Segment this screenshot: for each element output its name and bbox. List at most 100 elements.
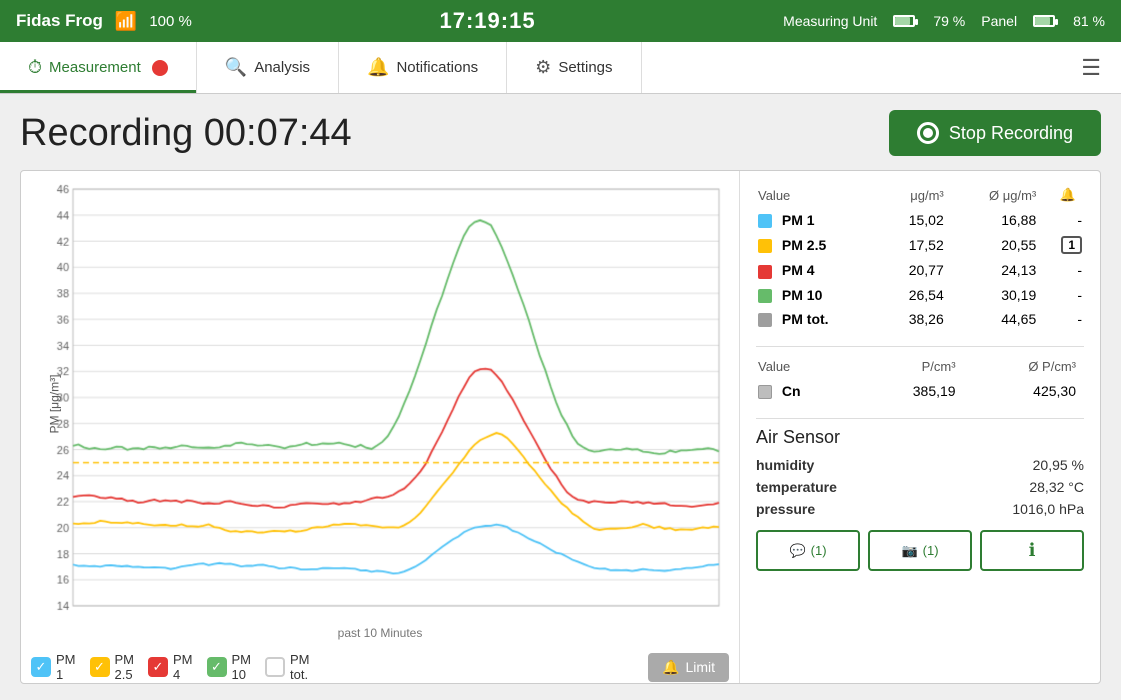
pm-col-alert: 🔔 <box>1044 185 1082 207</box>
y-axis-label: PM [μg/m³] <box>47 374 61 433</box>
nav-measurement[interactable]: ⏱ Measurement <box>0 42 197 93</box>
measurement-indicator <box>152 60 168 76</box>
air-sensor-row: humidity 20,95 % <box>756 454 1084 476</box>
notifications-icon: 🔔 <box>367 57 389 78</box>
measurement-icon: ⏱ <box>28 57 42 78</box>
pm-avg-cell: 24,13 <box>952 259 1043 281</box>
pm25-checkbox[interactable]: ✓ <box>90 657 110 677</box>
cn-name-cell: Cn <box>758 380 852 402</box>
pm-name-cell: PM tot. <box>758 308 878 330</box>
pm-value-cell: 15,02 <box>880 209 950 231</box>
header-right: Measuring Unit 79 % Panel 81 % <box>783 13 1105 29</box>
pm-value-cell: 17,52 <box>880 233 950 257</box>
pmtot-checkbox[interactable] <box>265 657 285 677</box>
legend-pmtot[interactable]: PMtot. <box>265 652 310 682</box>
limit-icon: 🔔 <box>662 659 679 676</box>
pm-name: PM 4 <box>782 262 815 278</box>
pm-alert-cell: - <box>1044 259 1082 281</box>
pm-value-cell: 26,54 <box>880 284 950 306</box>
nav-notifications[interactable]: 🔔 Notifications <box>339 42 507 93</box>
stop-recording-button[interactable]: Stop Recording <box>889 110 1101 156</box>
pm4-label: PM4 <box>173 652 193 682</box>
air-sensor-row: pressure 1016,0 hPa <box>756 498 1084 520</box>
app-header: Fidas Frog 📶 100 % 17:19:15 Measuring Un… <box>0 0 1121 42</box>
pm4-checkbox[interactable]: ✓ <box>148 657 168 677</box>
analysis-icon: 🔍 <box>225 57 247 78</box>
pm10-checkbox[interactable]: ✓ <box>207 657 227 677</box>
pm-color-dot <box>758 239 772 253</box>
recording-title: Recording 00:07:44 <box>20 112 352 155</box>
pm-table-row: PM 4 20,77 24,13 - <box>758 259 1082 281</box>
measuring-unit-battery-icon <box>893 15 915 27</box>
pm-avg-cell: 20,55 <box>952 233 1043 257</box>
pm1-label: PM1 <box>56 652 76 682</box>
cn-col-unit: P/cm³ <box>854 357 962 378</box>
panel-buttons: 💬 (1) 📷 (1) ℹ <box>756 530 1084 571</box>
pm-alert-cell: 1 <box>1044 233 1082 257</box>
cn-table: Value P/cm³ Ø P/cm³ Cn 385,19 425,30 <box>756 355 1084 404</box>
pm1-checkbox[interactable]: ✓ <box>31 657 51 677</box>
legend-pm1[interactable]: ✓ PM1 <box>31 652 76 682</box>
pm-name-cell: PM 2.5 <box>758 233 878 257</box>
comments-button[interactable]: 💬 (1) <box>756 530 860 571</box>
pm-name: PM 2.5 <box>782 237 826 253</box>
cn-name: Cn <box>782 383 801 399</box>
panel-battery-icon <box>1033 15 1055 27</box>
wifi-icon: 📶 <box>115 11 137 32</box>
measuring-unit-label: Measuring Unit <box>783 13 877 29</box>
camera-count: (1) <box>923 543 939 558</box>
pm-table: Value μg/m³ Ø μg/m³ 🔔 PM 1 15,02 16,88 - <box>756 183 1084 332</box>
nav-analysis-label: Analysis <box>254 59 310 76</box>
pm-name-cell: PM 1 <box>758 209 878 231</box>
nav-analysis[interactable]: 🔍 Analysis <box>197 42 339 93</box>
sensor-value: 20,95 % <box>1033 457 1084 473</box>
sensor-label: pressure <box>756 501 815 517</box>
nav-menu-button[interactable]: ☰ <box>1061 55 1121 81</box>
main-chart <box>31 181 729 626</box>
limit-button[interactable]: 🔔 Limit <box>648 653 729 682</box>
comments-count: (1) <box>811 543 827 558</box>
pm-col-unit: μg/m³ <box>880 185 950 207</box>
pm-avg-cell: 44,65 <box>952 308 1043 330</box>
chart-legend: ✓ PM1 ✓ PM2.5 ✓ PM4 ✓ PM10 PMtot. <box>31 644 729 684</box>
no-alert: - <box>1077 311 1082 327</box>
divider-2 <box>756 418 1084 419</box>
main-content: Recording 00:07:44 Stop Recording PM [μg… <box>0 94 1121 700</box>
recording-bar: Recording 00:07:44 Stop Recording <box>20 110 1101 156</box>
cn-color-dot <box>758 385 772 399</box>
pm-table-row: PM tot. 38,26 44,65 - <box>758 308 1082 330</box>
sensor-value: 1016,0 hPa <box>1012 501 1084 517</box>
air-sensor-title: Air Sensor <box>756 427 1084 448</box>
cn-col-value: Value <box>758 357 852 378</box>
chart-wrapper: PM [μg/m³] <box>31 181 729 626</box>
alert-badge[interactable]: 1 <box>1061 236 1082 254</box>
sensor-label: humidity <box>756 457 814 473</box>
pm-avg-cell: 30,19 <box>952 284 1043 306</box>
air-sensor-rows: humidity 20,95 % temperature 28,32 °C pr… <box>756 454 1084 520</box>
no-alert: - <box>1077 287 1082 303</box>
legend-pm10[interactable]: ✓ PM10 <box>207 652 252 682</box>
sensor-value: 28,32 °C <box>1029 479 1084 495</box>
panel-label: Panel <box>981 13 1017 29</box>
pm-color-dot <box>758 289 772 303</box>
camera-button[interactable]: 📷 (1) <box>868 530 972 571</box>
header-left: Fidas Frog 📶 100 % <box>16 11 192 32</box>
cn-avg-cell: 425,30 <box>964 380 1082 402</box>
pm-color-dot <box>758 313 772 327</box>
legend-pm4[interactable]: ✓ PM4 <box>148 652 193 682</box>
header-time: 17:19:15 <box>439 8 535 34</box>
cn-col-avg: Ø P/cm³ <box>964 357 1082 378</box>
data-panel: Value μg/m³ Ø μg/m³ 🔔 PM 1 15,02 16,88 - <box>740 171 1100 683</box>
app-name: Fidas Frog <box>16 11 103 31</box>
pm-alert-cell: - <box>1044 209 1082 231</box>
pm-table-row: PM 10 26,54 30,19 - <box>758 284 1082 306</box>
stop-recording-label: Stop Recording <box>949 123 1073 144</box>
pm-avg-cell: 16,88 <box>952 209 1043 231</box>
divider-1 <box>756 346 1084 347</box>
pm-value-cell: 20,77 <box>880 259 950 281</box>
info-button[interactable]: ℹ <box>980 530 1084 571</box>
info-icon: ℹ <box>1029 540 1036 561</box>
nav-settings[interactable]: ⚙ Settings <box>507 42 641 93</box>
pm-alert-cell: - <box>1044 308 1082 330</box>
legend-pm25[interactable]: ✓ PM2.5 <box>90 652 135 682</box>
